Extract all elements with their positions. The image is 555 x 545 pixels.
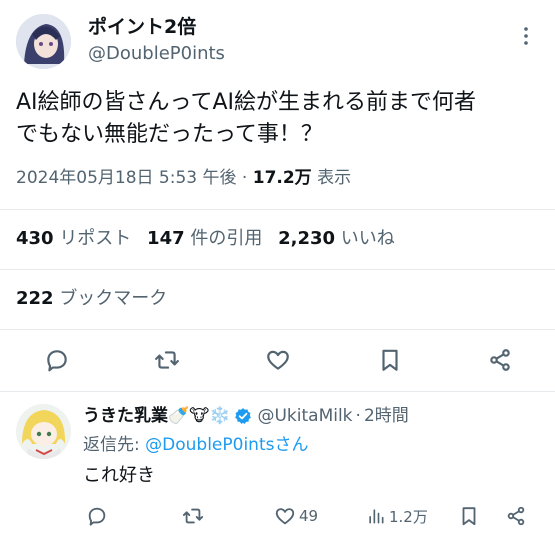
reply-author-avatar[interactable] xyxy=(16,404,71,459)
repost-button[interactable] xyxy=(152,345,182,375)
reply-views-button[interactable]: 1.2万 xyxy=(366,503,428,529)
reply-button[interactable] xyxy=(42,345,72,375)
author-name[interactable]: ポイント2倍 xyxy=(88,14,196,40)
likes-label: いいね xyxy=(340,228,395,249)
reply-share-button[interactable] xyxy=(503,503,529,529)
bookmark-button[interactable] xyxy=(375,345,405,375)
tweet-text-line-2: でもない無能だったって事！？ xyxy=(16,122,323,147)
bookmarks-count: 222 xyxy=(16,288,54,309)
analytics-icon xyxy=(369,509,384,524)
reply-author-handle[interactable]: @UkitaMilk xyxy=(257,403,352,429)
bookmark-icon xyxy=(462,507,476,526)
share-button[interactable] xyxy=(485,345,515,375)
quotes-stat[interactable]: 147 件の引用 xyxy=(147,228,268,249)
reply-header: うきた乳業🍼🐮❄️ @UkitaMilk · 2時間 xyxy=(83,403,409,429)
share-icon xyxy=(490,349,510,371)
bookmarks-stat[interactable]: 222 ブックマーク xyxy=(16,286,167,312)
views-count: 17.2万 xyxy=(252,168,312,188)
reply-text: これ好き xyxy=(83,465,155,486)
likes-stat[interactable]: 2,230 いいね xyxy=(278,228,395,249)
tweet-datetime[interactable]: 2024年05月18日 5:53 午後 xyxy=(16,168,237,188)
views-label: 表示 xyxy=(317,168,352,188)
reply-time[interactable]: 2時間 xyxy=(364,403,409,429)
reposts-label: リポスト xyxy=(59,228,132,249)
reply-like-button[interactable]: 49 xyxy=(274,503,318,529)
bookmark-icon xyxy=(382,349,398,371)
meta-separator: · xyxy=(241,168,248,188)
bookmarks-label: ブックマーク xyxy=(59,288,168,309)
like-button[interactable] xyxy=(263,345,293,375)
more-vertical-icon xyxy=(524,27,528,45)
replying-to: 返信先: @DoubleP0intsさん xyxy=(83,432,308,458)
reply-bookmark-button[interactable] xyxy=(456,503,482,529)
share-icon xyxy=(507,506,525,526)
reposts-stat[interactable]: 430 リポスト xyxy=(16,228,137,249)
tweet-text-line-1: AI絵師の皆さんってAI絵が生まれる前まで何者 xyxy=(16,90,476,115)
reply-separator: · xyxy=(355,406,361,426)
repost-icon xyxy=(182,508,204,524)
repost-icon xyxy=(155,351,179,369)
heart-icon xyxy=(275,508,295,525)
reply-reply-button[interactable] xyxy=(84,503,110,529)
reply-icon xyxy=(47,350,67,372)
heart-icon xyxy=(267,350,289,370)
author-avatar[interactable] xyxy=(16,14,71,69)
quotes-label: 件の引用 xyxy=(190,228,263,249)
replying-to-prefix: 返信先: xyxy=(83,435,146,455)
reply-likes-count: 49 xyxy=(299,507,319,525)
divider xyxy=(0,269,555,270)
divider xyxy=(0,209,555,210)
verified-badge-icon xyxy=(234,407,252,425)
divider xyxy=(0,329,555,330)
likes-count: 2,230 xyxy=(278,228,336,249)
reply-author-name[interactable]: うきた乳業🍼🐮❄️ xyxy=(83,403,230,429)
stats-row: 430 リポスト 147 件の引用 2,230 いいね xyxy=(16,226,395,252)
reply-views-count: 1.2万 xyxy=(389,507,428,526)
tweet-meta: 2024年05月18日 5:53 午後 · 17.2万 表示 xyxy=(16,166,351,190)
quotes-count: 147 xyxy=(147,228,185,249)
author-handle[interactable]: @DoubleP0ints xyxy=(88,42,225,66)
reply-repost-button[interactable] xyxy=(180,503,206,529)
reposts-count: 430 xyxy=(16,228,54,249)
replying-to-handle[interactable]: @DoubleP0intsさん xyxy=(145,435,308,455)
divider xyxy=(0,391,555,392)
more-options-button[interactable] xyxy=(514,22,538,50)
reply-icon xyxy=(88,507,106,526)
